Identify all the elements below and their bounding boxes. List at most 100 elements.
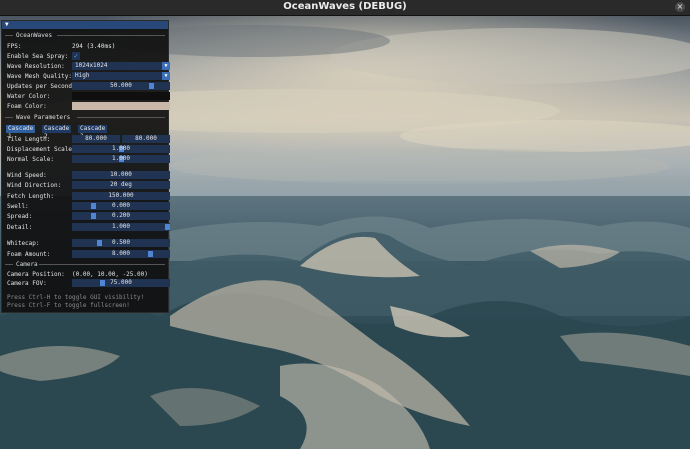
chevron-down-icon[interactable]: ▼ bbox=[162, 72, 170, 80]
foam-color-row: Foam Color: bbox=[7, 102, 170, 110]
displacement-value: 1.000 bbox=[111, 145, 131, 152]
divider bbox=[77, 117, 165, 118]
slider-grab[interactable] bbox=[148, 251, 154, 257]
camera-fov-value: 75.000 bbox=[110, 279, 132, 286]
fetch-length-input[interactable]: 150.000 bbox=[72, 192, 170, 200]
wave-resolution-row: Wave Resolution: 1024x1024 ▼ bbox=[7, 62, 170, 70]
tab-cascade-3[interactable]: Cascade 3 bbox=[78, 125, 108, 140]
foam-amount-slider[interactable]: 8.000 bbox=[72, 250, 170, 258]
camera-position-row: Camera Position: (0.00, 10.00, -25.00) bbox=[7, 270, 165, 278]
sea-spray-checkbox[interactable]: ✓ bbox=[72, 52, 80, 60]
fps-label: FPS: bbox=[7, 43, 22, 50]
updates-value: 50.000 bbox=[110, 82, 132, 89]
slider-grab[interactable] bbox=[97, 240, 103, 246]
foam-color-swatch[interactable] bbox=[72, 102, 170, 110]
tile-length-label: Tile Length: bbox=[7, 136, 51, 143]
spread-slider[interactable]: 0.200 bbox=[72, 212, 170, 220]
displacement-slider[interactable]: 1.000 bbox=[72, 145, 170, 153]
wind-direction-label: Wind Direction: bbox=[7, 182, 62, 189]
tile-length-row: Tile Length: 80.000 80.000 bbox=[7, 135, 170, 143]
camera-position-value: (0.00, 10.00, -25.00) bbox=[72, 271, 148, 278]
slider-grab[interactable] bbox=[90, 213, 96, 219]
help-text-gui: Press Ctrl-H to toggle GUI visibility! bbox=[7, 294, 145, 301]
detail-label: Detail: bbox=[7, 224, 33, 231]
wave-resolution-combo[interactable]: 1024x1024 ▼ bbox=[72, 62, 170, 70]
water-color-label: Water Color: bbox=[7, 93, 51, 100]
swell-row: Swell: 0.000 bbox=[7, 202, 170, 210]
mesh-quality-row: Wave Mesh Quality: High ▼ bbox=[7, 72, 170, 80]
divider bbox=[5, 117, 13, 118]
divider bbox=[5, 35, 13, 36]
wind-direction-row: Wind Direction: 20 deg bbox=[7, 181, 170, 189]
debug-panel[interactable]: ▼ OceanWaves FPS: 294 (3.40ms) Enable Se… bbox=[1, 20, 170, 313]
section-camera: Camera bbox=[5, 261, 165, 268]
foam-amount-value: 8.000 bbox=[111, 250, 131, 257]
wave-resolution-label: Wave Resolution: bbox=[7, 63, 65, 70]
spread-row: Spread: 0.200 bbox=[7, 212, 170, 220]
wind-speed-row: Wind Speed: 10.000 bbox=[7, 171, 170, 179]
slider-grab[interactable] bbox=[90, 203, 96, 209]
mesh-quality-label: Wave Mesh Quality: bbox=[7, 73, 73, 80]
whitecap-slider[interactable]: 0.500 bbox=[72, 239, 170, 247]
divider bbox=[5, 264, 13, 265]
slider-grab[interactable] bbox=[99, 280, 105, 286]
whitecap-label: Whitecap: bbox=[7, 240, 40, 247]
whitecap-row: Whitecap: 0.500 bbox=[7, 239, 170, 247]
detail-slider[interactable]: 1.000 bbox=[72, 223, 170, 231]
collapse-icon[interactable]: ▼ bbox=[5, 21, 9, 28]
spread-label: Spread: bbox=[7, 213, 33, 220]
wind-speed-label: Wind Speed: bbox=[7, 172, 47, 179]
normal-scale-label: Normal Scale: bbox=[7, 156, 54, 163]
foam-color-label: Foam Color: bbox=[7, 103, 47, 110]
foam-amount-label: Foam Amount: bbox=[7, 251, 51, 258]
camera-fov-slider[interactable]: 75.000 bbox=[72, 279, 170, 287]
whitecap-value: 0.500 bbox=[111, 239, 131, 246]
slider-grab[interactable] bbox=[165, 224, 170, 230]
panel-header[interactable]: ▼ bbox=[2, 21, 168, 29]
fetch-length-row: Fetch Length: 150.000 bbox=[7, 192, 170, 200]
window-titlebar: OceanWaves (DEBUG) × bbox=[0, 0, 690, 16]
camera-fov-row: Camera FOV: 75.000 bbox=[7, 279, 170, 287]
mesh-quality-value: High bbox=[75, 72, 90, 79]
mesh-quality-combo[interactable]: High ▼ bbox=[72, 72, 170, 80]
window-title: OceanWaves (DEBUG) bbox=[283, 1, 407, 12]
divider bbox=[57, 35, 165, 36]
tab-cascade-2[interactable]: Cascade 2 bbox=[42, 125, 72, 140]
section-oceanwaves: OceanWaves bbox=[5, 32, 165, 39]
slider-grab[interactable] bbox=[149, 83, 155, 89]
fps-value: 294 (3.40ms) bbox=[72, 43, 116, 50]
wave-resolution-value: 1024x1024 bbox=[75, 62, 108, 69]
tile-length-inputs: 80.000 80.000 bbox=[72, 135, 170, 143]
normal-scale-row: Normal Scale: 1.000 bbox=[7, 155, 170, 163]
fps-row: FPS: 294 (3.40ms) bbox=[7, 42, 165, 50]
section-title: Wave Parameters bbox=[16, 114, 71, 121]
spread-value: 0.200 bbox=[111, 212, 131, 219]
help-text-fullscreen: Press Ctrl-F to toggle fullscreen! bbox=[7, 302, 130, 309]
fetch-length-label: Fetch Length: bbox=[7, 193, 54, 200]
swell-label: Swell: bbox=[7, 203, 29, 210]
wind-speed-input[interactable]: 10.000 bbox=[72, 171, 170, 179]
tile-length-y-input[interactable]: 80.000 bbox=[122, 135, 170, 143]
close-icon[interactable]: × bbox=[675, 2, 685, 12]
updates-label: Updates per Second: bbox=[7, 83, 76, 90]
sea-spray-label: Enable Sea Spray: bbox=[7, 53, 69, 60]
displacement-label: Displacement Scale: bbox=[7, 146, 76, 153]
detail-value: 1.000 bbox=[111, 223, 131, 230]
water-color-swatch[interactable] bbox=[72, 92, 170, 100]
camera-position-label: Camera Position: bbox=[7, 271, 65, 278]
normal-scale-slider[interactable]: 1.000 bbox=[72, 155, 170, 163]
section-title: OceanWaves bbox=[16, 32, 53, 39]
normal-scale-value: 1.000 bbox=[111, 155, 131, 162]
chevron-down-icon[interactable]: ▼ bbox=[162, 62, 170, 70]
swell-slider[interactable]: 0.000 bbox=[72, 202, 170, 210]
foam-amount-row: Foam Amount: 8.000 bbox=[7, 250, 170, 258]
section-wave-parameters: Wave Parameters bbox=[5, 114, 165, 121]
detail-row: Detail: 1.000 bbox=[7, 223, 170, 231]
updates-slider[interactable]: 50.000 bbox=[72, 82, 170, 90]
displacement-row: Displacement Scale: 1.000 bbox=[7, 145, 170, 153]
tile-length-x-input[interactable]: 80.000 bbox=[72, 135, 120, 143]
wind-direction-input[interactable]: 20 deg bbox=[72, 181, 170, 189]
tab-cascade-1[interactable]: Cascade 1 bbox=[6, 125, 36, 140]
section-title: Camera bbox=[16, 261, 38, 268]
swell-value: 0.000 bbox=[111, 202, 131, 209]
